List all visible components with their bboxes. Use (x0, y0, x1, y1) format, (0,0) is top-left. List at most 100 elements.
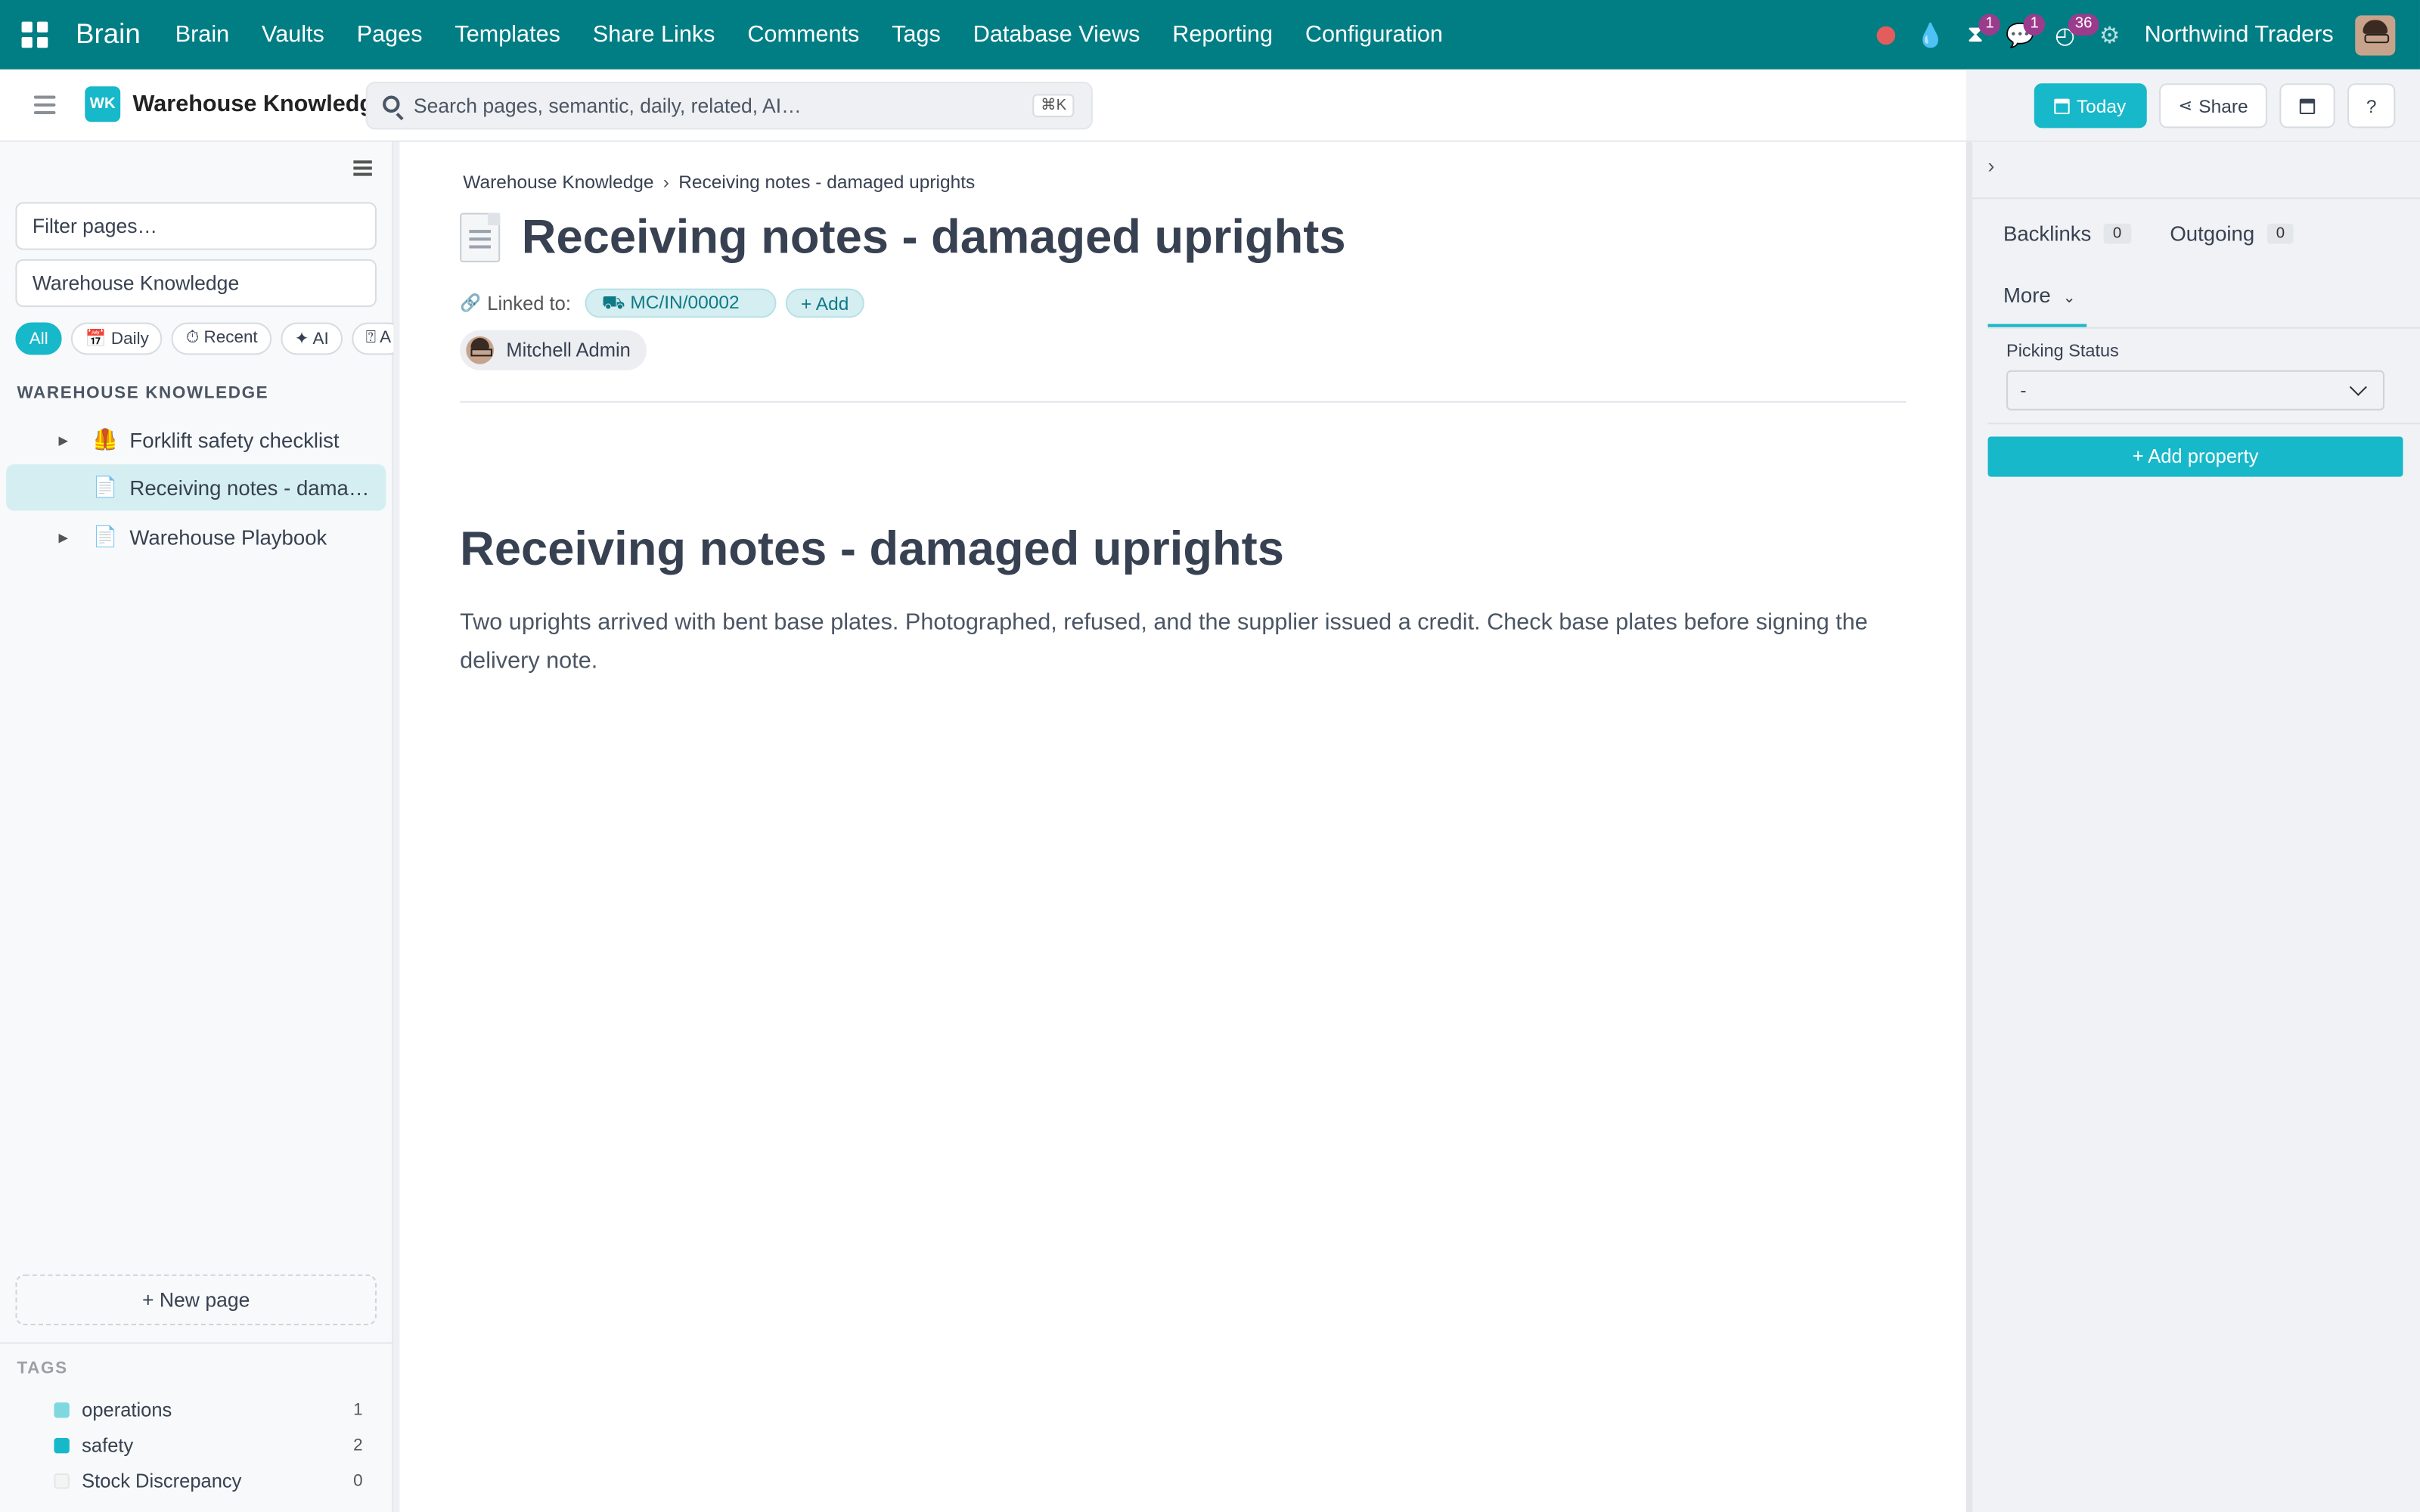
record-dot-icon (1876, 25, 1895, 45)
tab-outgoing-label: Outgoing (2170, 222, 2255, 246)
activity-button[interactable]: ⧗ 1 (1953, 0, 2000, 70)
linked-record-chip[interactable]: ⛟ MC/IN/00002 (585, 288, 777, 318)
vault-title[interactable]: Warehouse Knowledge (133, 91, 387, 117)
menu-item-templates[interactable]: Templates (439, 22, 576, 48)
divider (0, 1342, 392, 1344)
today-label: Today (2076, 94, 2127, 117)
content-heading[interactable]: Receiving notes - damaged uprights (460, 522, 1284, 577)
breadcrumb-separator: › (662, 171, 669, 194)
calendar-icon (2299, 98, 2316, 113)
property-label: Picking Status (2006, 342, 2119, 361)
tag-count: 1 (353, 1401, 363, 1420)
menu-item-database-views[interactable]: Database Views (957, 22, 1156, 48)
user-avatar[interactable] (2355, 14, 2396, 55)
chevron-right-icon[interactable]: › (1988, 154, 1995, 178)
filter-chips: All 📅 Daily ⏱ Recent ✦ AI ⍰ A (15, 322, 394, 357)
main-menu: Brain Vaults Pages Templates Share Links… (159, 22, 1459, 48)
tag-count: 0 (353, 1471, 363, 1491)
systray: 💧 ⧗ 1 💬 1 ◴ 36 ⚙ Northwind Traders (1863, 0, 2420, 70)
settings-button[interactable]: ⚙ (2087, 0, 2132, 70)
menu-item-comments[interactable]: Comments (731, 22, 876, 48)
menu-item-brain[interactable]: Brain (159, 22, 245, 48)
company-switcher[interactable]: Northwind Traders (2145, 22, 2334, 48)
picking-status-value: - (2020, 380, 2027, 401)
page-title[interactable]: Receiving notes - damaged uprights (522, 210, 1346, 265)
properties-panel: › Backlinks 0 Outgoing 0 More ⌄ Picking … (1965, 141, 2420, 1512)
share-icon: ⋖ (2178, 97, 2193, 116)
calendar-button[interactable] (2279, 83, 2335, 129)
linked-label: Linked to: (487, 292, 571, 314)
menu-item-tags[interactable]: Tags (876, 22, 957, 48)
menu-item-share-links[interactable]: Share Links (576, 22, 731, 48)
tag-color-swatch (54, 1402, 70, 1418)
page-tree-item-selected[interactable]: ▶ 📄 Receiving notes - damaged uprights (6, 464, 386, 511)
breadcrumb: Warehouse Knowledge › Receiving notes - … (463, 172, 975, 194)
share-button[interactable]: ⋖ Share (2159, 83, 2267, 129)
chevron-down-icon: ⌄ (2062, 290, 2076, 308)
menu-item-vaults[interactable]: Vaults (246, 22, 341, 48)
chip-recent[interactable]: ⏱ Recent (172, 322, 272, 355)
tag-name: Stock Discrepancy (82, 1470, 242, 1492)
share-label: Share (2198, 94, 2248, 117)
vault-select[interactable]: Warehouse Knowledge (15, 259, 377, 308)
apps-menu-button[interactable] (0, 0, 70, 70)
add-property-button[interactable]: + Add property (1987, 436, 2403, 477)
tab-backlinks-label: Backlinks (2003, 222, 2092, 246)
tab-outgoing[interactable]: Outgoing 0 (2170, 222, 2294, 246)
title-row: Receiving notes - damaged uprights (460, 210, 1346, 265)
messages-button[interactable]: 💬 1 (1998, 0, 2046, 70)
today-button[interactable]: Today (2034, 83, 2147, 129)
app-brand[interactable]: Brain (76, 18, 141, 51)
new-page-button[interactable]: + New page (15, 1274, 377, 1326)
tab-more[interactable]: More ⌄ (2003, 284, 2076, 308)
tags-heading: TAGS (17, 1359, 68, 1378)
document-icon[interactable] (460, 212, 501, 262)
tag-item[interactable]: operations 1 (54, 1395, 363, 1426)
expand-caret-icon[interactable]: ▶ (59, 530, 74, 544)
grid-icon (21, 21, 48, 48)
breadcrumb-current: Receiving notes - damaged uprights (678, 171, 976, 194)
breadcrumb-vault[interactable]: Warehouse Knowledge (463, 172, 653, 194)
chip-daily[interactable]: 📅 Daily (71, 322, 163, 355)
tag-count: 2 (353, 1436, 363, 1455)
collapse-list-icon[interactable] (353, 160, 372, 178)
tag-item[interactable]: safety 2 (54, 1430, 363, 1461)
page-tree-item[interactable]: ▶ 📄 Warehouse Playbook (6, 514, 386, 560)
outgoing-count: 0 (2266, 223, 2294, 244)
search-input[interactable] (413, 83, 1032, 129)
add-link-button[interactable]: + Add (785, 288, 864, 318)
chip-all[interactable]: All (15, 322, 63, 355)
page-tree-label: Forklift safety checklist (129, 428, 340, 451)
divider (1987, 423, 2420, 425)
picking-status-select[interactable]: - (2006, 370, 2385, 411)
backlinks-count: 0 (2103, 223, 2131, 244)
help-button[interactable]: ? (2347, 83, 2396, 129)
pages-sidebar: Warehouse Knowledge All 📅 Daily ⏱ Recent… (0, 141, 394, 1512)
chip-more[interactable]: ⍰ A (352, 322, 394, 355)
search-box[interactable]: ⌘K (365, 82, 1093, 130)
divider (460, 401, 1907, 403)
droplet-icon: 💧 (1916, 22, 1945, 49)
search-shortcut: ⌘K (1032, 94, 1075, 118)
expand-caret-icon[interactable]: ▶ (59, 432, 74, 446)
menu-item-configuration[interactable]: Configuration (1289, 22, 1459, 48)
page-editor: Warehouse Knowledge › Receiving notes - … (399, 141, 1966, 1512)
tag-item[interactable]: Stock Discrepancy 0 (54, 1466, 363, 1497)
owner-name: Mitchell Admin (506, 339, 631, 361)
menu-item-pages[interactable]: Pages (340, 22, 439, 48)
menu-item-reporting[interactable]: Reporting (1156, 22, 1289, 48)
resize-handle[interactable] (393, 141, 400, 1512)
chip-ai[interactable]: ✦ AI (281, 322, 343, 355)
link-icon: 🔗 (460, 294, 482, 314)
page-tree-item[interactable]: ▶ 🦺 Forklift safety checklist (6, 417, 386, 463)
page-tree-label: Warehouse Playbook (129, 525, 327, 549)
vault-badge: WK (85, 86, 121, 122)
tab-backlinks[interactable]: Backlinks 0 (2003, 222, 2131, 246)
clock-button[interactable]: ◴ 36 (2043, 0, 2099, 70)
owner-chip[interactable]: Mitchell Admin (460, 330, 647, 370)
sidebar-toggle-icon[interactable] (33, 95, 56, 119)
record-button[interactable] (1863, 0, 1908, 70)
filter-pages-input[interactable] (15, 202, 377, 250)
drop-button[interactable]: 💧 (1908, 0, 1953, 70)
content-paragraph[interactable]: Two uprights arrived with bent base plat… (460, 603, 1895, 680)
